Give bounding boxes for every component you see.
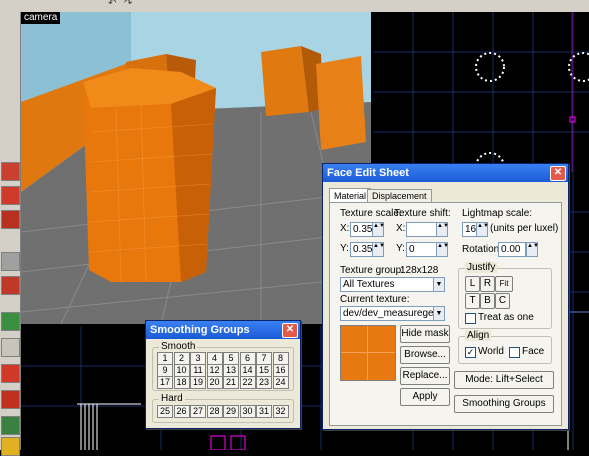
- hide-mask-button[interactable]: Hide mask: [400, 325, 450, 343]
- hard-group-button[interactable]: 28: [206, 405, 223, 418]
- face-edit-sheet-window: Face Edit Sheet ✕ Material Displacement …: [322, 163, 569, 430]
- left-tool-palette: [0, 12, 21, 456]
- smoothing-titlebar[interactable]: Smoothing Groups ✕: [146, 321, 300, 339]
- scale-x-field[interactable]: 0.35: [350, 222, 374, 237]
- justify-top-button[interactable]: T: [465, 293, 480, 309]
- shift-y-spinner[interactable]: ▲▼: [436, 242, 449, 257]
- texture-shift-label: Texture shift:: [394, 208, 451, 219]
- hard-group-button[interactable]: 32: [272, 405, 289, 418]
- smooth-group-button[interactable]: 23: [256, 376, 272, 389]
- close-icon[interactable]: ✕: [550, 166, 566, 181]
- face-edit-title: Face Edit Sheet: [327, 167, 409, 179]
- camera-viewport[interactable]: camera: [21, 12, 371, 324]
- justify-label: Justify: [465, 262, 498, 273]
- scale-y-field[interactable]: 0.35: [350, 242, 374, 257]
- smooth-group-button[interactable]: 19: [190, 376, 206, 389]
- tool-icon[interactable]: [1, 210, 20, 229]
- smooth-group-button[interactable]: 21: [223, 376, 239, 389]
- apply-button[interactable]: Apply: [400, 388, 450, 406]
- tool-icon[interactable]: [1, 276, 20, 295]
- undo-icon[interactable]: ↶: [108, 0, 116, 9]
- shift-x-spinner[interactable]: ▲▼: [436, 222, 449, 237]
- rotation-spinner[interactable]: ▲▼: [526, 242, 539, 257]
- rotation-label: Rotation:: [462, 244, 503, 255]
- hard-group-button[interactable]: 29: [223, 405, 239, 418]
- justify-bottom-button[interactable]: B: [480, 293, 495, 309]
- replace-button[interactable]: Replace...: [400, 367, 450, 385]
- chevron-down-icon[interactable]: ▼: [433, 306, 445, 321]
- smooth-group-button[interactable]: 18: [173, 376, 190, 389]
- rotation-field[interactable]: 0.00: [498, 242, 526, 257]
- smooth-group-button[interactable]: 22: [239, 376, 256, 389]
- hard-group-button[interactable]: 25: [157, 405, 173, 418]
- justify-group: Justify L R Fit T B C Treat as one: [458, 262, 552, 329]
- align-group: Align ✓ World Face: [458, 330, 552, 364]
- tool-icon[interactable]: [1, 162, 20, 181]
- material-panel: Texture scale: Texture shift: Lightmap s…: [329, 202, 562, 426]
- smoothing-groups-window: Smoothing Groups ✕ Smooth 1 2 3 4 5 6 7 8 9 10 11 1…: [145, 320, 301, 429]
- tab-displacement[interactable]: Displacement: [367, 189, 432, 203]
- smoothing-title: Smoothing Groups: [150, 324, 250, 336]
- justify-right-button[interactable]: R: [480, 276, 495, 292]
- smooth-group-button[interactable]: 17: [157, 376, 173, 389]
- current-texture-select[interactable]: dev/dev_measuregenen: [340, 306, 434, 321]
- tab-material[interactable]: Material: [329, 188, 372, 203]
- justify-left-button[interactable]: L: [465, 276, 480, 292]
- texture-size: 128x128: [400, 265, 439, 276]
- shift-y-field[interactable]: 0: [406, 242, 438, 257]
- face-edit-titlebar[interactable]: Face Edit Sheet ✕: [323, 164, 568, 182]
- smooth-group: Smooth 1 2 3 4 5 6 7 8 9 10 11 12 13 14 15 16 17 18 19 20 21…: [152, 341, 294, 391]
- shift-x-field[interactable]: [406, 222, 438, 237]
- hard-group-button[interactable]: 27: [190, 405, 206, 418]
- align-world-checkbox[interactable]: ✓: [465, 347, 476, 358]
- chevron-down-icon[interactable]: ▼: [433, 277, 445, 292]
- tool-icon[interactable]: [1, 437, 20, 456]
- lightmap-units: (units per luxel): [490, 223, 559, 234]
- hard-label: Hard: [159, 393, 185, 404]
- tool-icon[interactable]: [1, 252, 20, 271]
- treat-as-one-label: Treat as one: [478, 312, 534, 323]
- tool-icon[interactable]: [1, 416, 20, 435]
- smooth-group-button[interactable]: 20: [206, 376, 223, 389]
- hard-group-button[interactable]: 30: [239, 405, 256, 418]
- scale-y-label: Y:: [340, 243, 349, 254]
- redo-icon[interactable]: ↷: [124, 0, 132, 9]
- mode-button[interactable]: Mode: Lift+Select: [454, 371, 554, 389]
- justify-center-button[interactable]: C: [495, 293, 510, 309]
- align-face-checkbox[interactable]: [509, 347, 520, 358]
- align-face-label: Face: [522, 346, 545, 357]
- close-icon[interactable]: ✕: [282, 323, 298, 338]
- shift-y-label: Y:: [396, 243, 405, 254]
- tool-icon[interactable]: [1, 338, 20, 357]
- scale-y-spinner[interactable]: ▲▼: [372, 242, 385, 257]
- texture-preview: [340, 325, 396, 381]
- smoothing-groups-button[interactable]: Smoothing Groups: [454, 395, 554, 413]
- top-toolbar: ↶ ↷: [0, 0, 589, 12]
- scale-x-label: X:: [340, 223, 350, 234]
- hard-group-button[interactable]: 31: [256, 405, 272, 418]
- shift-x-label: X:: [396, 223, 406, 234]
- browse-button[interactable]: Browse...: [400, 346, 450, 364]
- smooth-group-button[interactable]: 24: [272, 376, 289, 389]
- align-world-label: World: [478, 346, 504, 357]
- hard-group: Hard 25 26 27 28 29 30 31 32: [152, 393, 294, 423]
- tool-icon[interactable]: [1, 186, 20, 205]
- camera-scene: [21, 12, 371, 324]
- tool-icon[interactable]: [1, 364, 20, 383]
- scale-x-spinner[interactable]: ▲▼: [372, 222, 385, 237]
- texture-group-select[interactable]: All Textures: [340, 277, 434, 292]
- align-label: Align: [465, 330, 492, 341]
- treat-as-one-checkbox[interactable]: [465, 313, 476, 324]
- tool-icon[interactable]: [1, 312, 20, 331]
- texture-scale-label: Texture scale:: [340, 208, 402, 219]
- justify-fit-button[interactable]: Fit: [495, 276, 513, 292]
- hard-group-button[interactable]: 26: [173, 405, 190, 418]
- smooth-label: Smooth: [159, 341, 198, 352]
- current-texture-label: Current texture:: [340, 294, 410, 305]
- camera-label: camera: [21, 12, 61, 24]
- lightmap-scale-label: Lightmap scale:: [462, 208, 533, 219]
- texture-group-label: Texture group:: [340, 265, 404, 276]
- tool-icon[interactable]: [1, 390, 20, 409]
- lightmap-spinner[interactable]: ▲▼: [476, 222, 489, 237]
